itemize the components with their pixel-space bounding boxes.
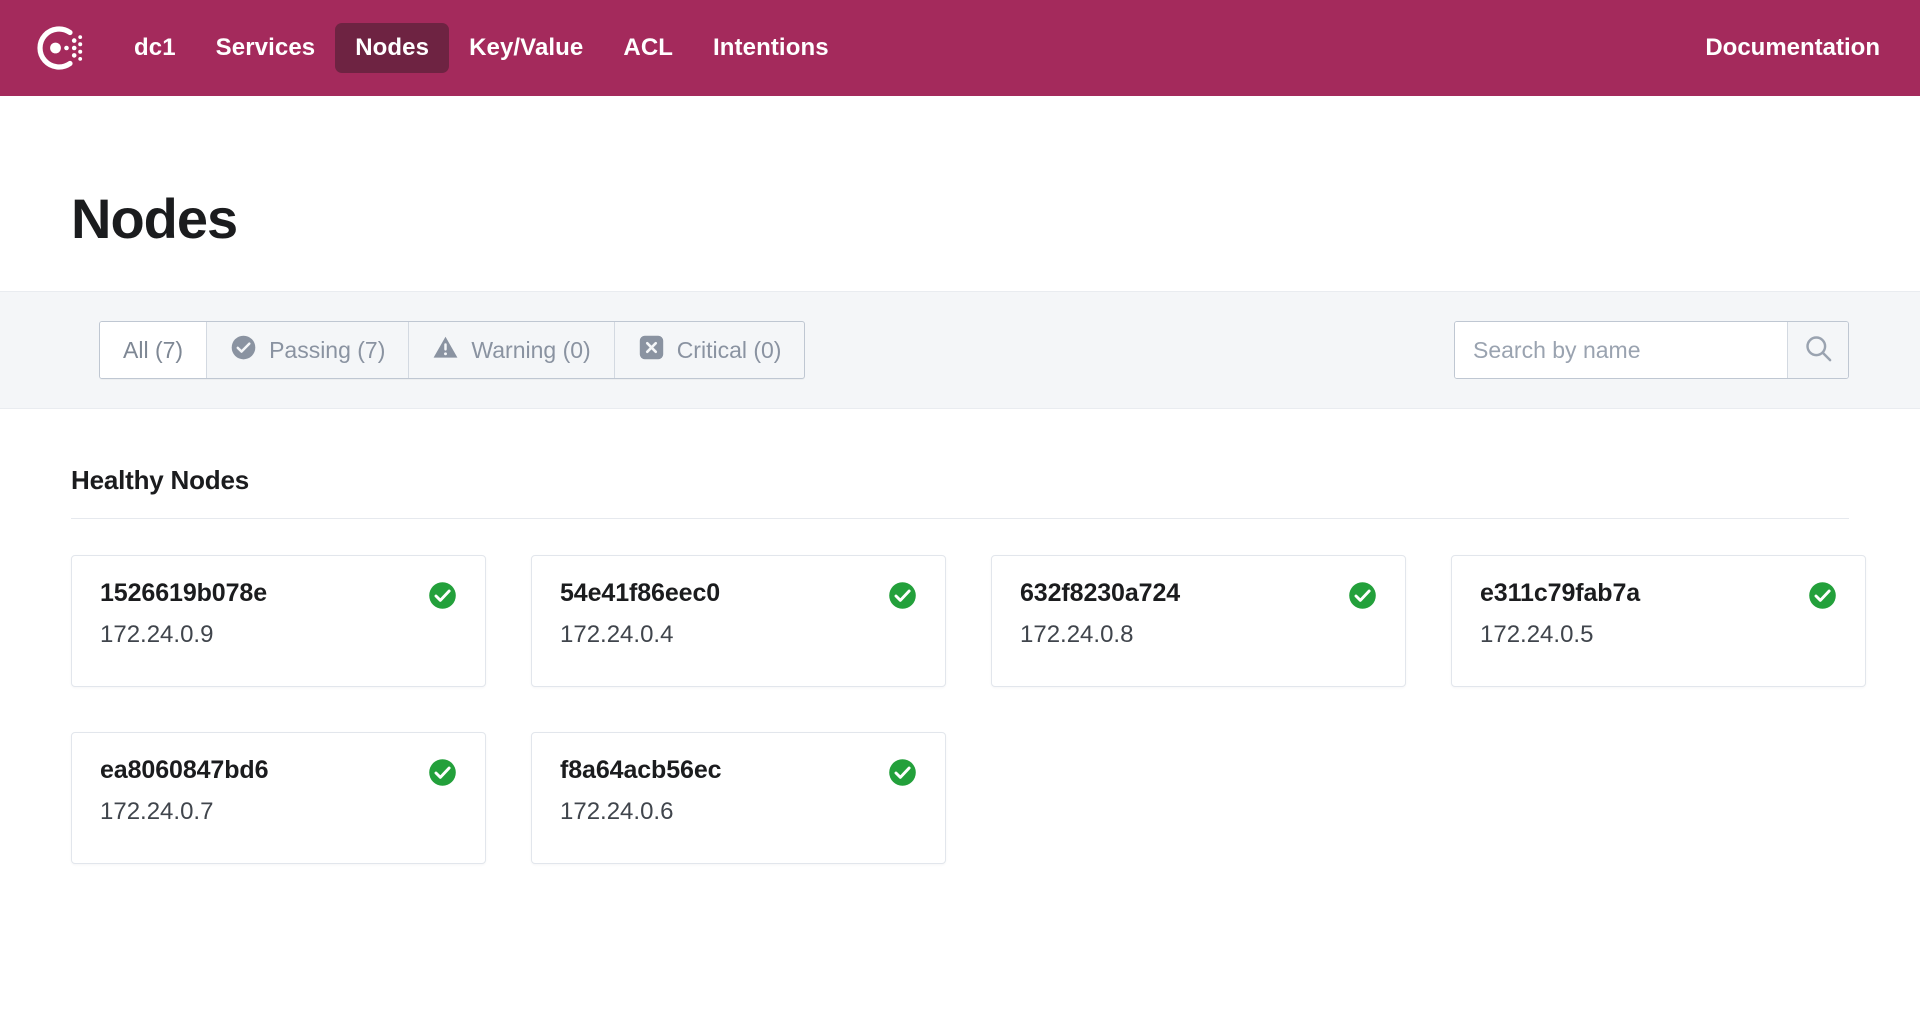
node-ip-address: 172.24.0.9 [100,620,214,648]
filter-tab-warning[interactable]: Warning (0) [409,322,615,378]
warning-triangle-icon [432,334,459,367]
node-status-passing-icon [428,581,457,610]
primary-nav-links: dc1 Services Nodes Key/Value ACL Intenti… [114,23,849,73]
node-name: 632f8230a724 [1020,579,1181,607]
node-card[interactable]: 54e41f86eec0 172.24.0.4 [531,555,946,687]
page-title: Nodes [71,187,238,250]
node-ip-address: 172.24.0.8 [1020,620,1134,648]
search-submit-button[interactable] [1787,322,1848,378]
nav-item-nodes[interactable]: Nodes [335,23,450,73]
x-square-icon [638,334,665,367]
node-card[interactable]: ea8060847bd6 172.24.0.7 [71,732,486,864]
search-box [1454,321,1849,379]
node-ip-address: 172.24.0.6 [560,797,674,825]
top-navigation-bar: dc1 Services Nodes Key/Value ACL Intenti… [0,0,1920,96]
filter-tab-critical-label: Critical (0) [676,336,782,363]
nav-item-services[interactable]: Services [196,23,336,73]
nav-item-intentions[interactable]: Intentions [693,23,849,73]
filter-tab-passing-label: Passing (7) [269,336,386,363]
nav-item-datacenter[interactable]: dc1 [114,23,196,73]
node-card[interactable]: e311c79fab7a 172.24.0.5 [1451,555,1866,687]
nav-item-acl[interactable]: ACL [603,23,693,73]
healthy-nodes-section: Healthy Nodes 1526619b078e 172.24.0.9 54… [0,465,1920,864]
node-card[interactable]: f8a64acb56ec 172.24.0.6 [531,732,946,864]
node-name: 1526619b078e [100,579,268,607]
node-name: 54e41f86eec0 [560,579,721,607]
node-card-grid: 1526619b078e 172.24.0.9 54e41f86eec0 172… [71,555,1866,864]
filter-bar: All (7) Passing (7) Warning (0) Critical… [0,291,1920,409]
search-input[interactable] [1455,322,1787,378]
section-heading: Healthy Nodes [71,465,250,495]
node-ip-address: 172.24.0.7 [100,797,214,825]
search-icon [1803,333,1834,367]
node-status-passing-icon [888,581,917,610]
filter-tab-all[interactable]: All (7) [100,322,208,378]
node-ip-address: 172.24.0.4 [560,620,674,648]
filter-tab-all-label: All (7) [123,336,184,363]
section-divider [71,518,1849,519]
check-circle-icon [230,334,257,367]
node-name: e311c79fab7a [1480,579,1641,607]
node-card[interactable]: 1526619b078e 172.24.0.9 [71,555,486,687]
consul-logo-icon[interactable] [28,19,86,77]
nav-item-key-value[interactable]: Key/Value [449,23,603,73]
documentation-link[interactable]: Documentation [1699,24,1886,72]
node-status-passing-icon [428,758,457,787]
filter-tab-warning-label: Warning (0) [471,336,591,363]
status-filter-group: All (7) Passing (7) Warning (0) Critical… [99,321,806,379]
node-ip-address: 172.24.0.5 [1480,620,1594,648]
filter-tab-passing[interactable]: Passing (7) [207,322,410,378]
node-status-passing-icon [888,758,917,787]
page-content: Nodes All (7) Passing (7) Warning (0) Cr… [0,186,1920,864]
node-card[interactable]: 632f8230a724 172.24.0.8 [991,555,1406,687]
filter-tab-critical[interactable]: Critical (0) [615,322,805,378]
node-status-passing-icon [1348,581,1377,610]
node-status-passing-icon [1808,581,1837,610]
node-name: f8a64acb56ec [560,756,722,784]
node-name: ea8060847bd6 [100,756,269,784]
